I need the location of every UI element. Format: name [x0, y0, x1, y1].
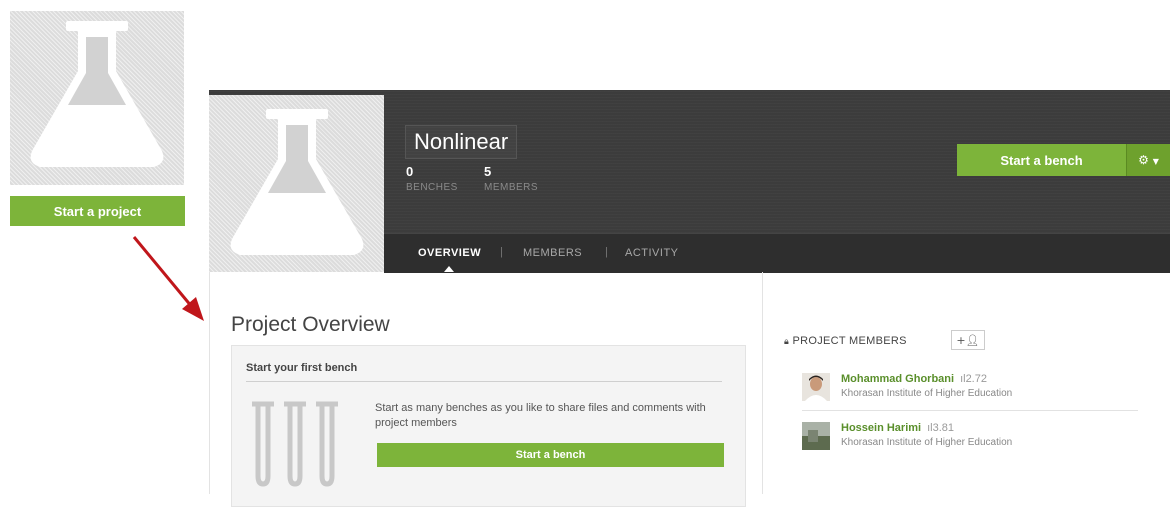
- settings-dropdown-button[interactable]: ⚙ ▼: [1126, 144, 1170, 176]
- members-label: MEMBERS: [484, 182, 539, 193]
- card-description: Start as many benches as you like to sha…: [375, 402, 706, 429]
- members-heading-label: PROJECT MEMBERS: [792, 335, 907, 347]
- chevron-down-icon: ▼: [1152, 157, 1159, 166]
- member-row: Hossein Harimi ıl3.81 Khorasan Institute …: [802, 422, 1138, 460]
- member-score: ıl3.81: [927, 422, 955, 434]
- members-heading: 🔒︎ PROJECT MEMBERS: [784, 335, 907, 347]
- first-bench-card: Start your first bench Start as many ben…: [231, 345, 746, 507]
- project-header: Nonlinear 0 BENCHES 5 MEMBERS Start a be…: [209, 90, 1170, 273]
- project-thumbnail: [209, 95, 384, 272]
- member-row: Mohammad Ghorbani ıl2.72 Khorasan Institu…: [802, 373, 1138, 411]
- project-tabs: OVERVIEW | MEMBERS | ACTIVITY: [384, 233, 1170, 273]
- divider: [802, 410, 1138, 411]
- divider: [246, 381, 722, 382]
- tab-separator: |: [500, 246, 503, 258]
- member-score: ıl2.72: [960, 373, 987, 385]
- member-institution: Khorasan Institute of Higher Education: [841, 437, 1013, 448]
- avatar: [802, 422, 830, 450]
- start-bench-button[interactable]: Start a bench: [957, 144, 1126, 176]
- flask-icon: [230, 109, 364, 255]
- lock-icon: 🔒︎: [784, 337, 790, 347]
- tab-overview[interactable]: OVERVIEW: [418, 247, 481, 259]
- card-heading: Start your first bench: [246, 362, 358, 374]
- card-start-bench-button[interactable]: Start a bench: [377, 443, 724, 467]
- page-title: Project Overview: [231, 313, 390, 336]
- start-project-button[interactable]: Start a project: [10, 196, 185, 226]
- annotation-arrow: [132, 236, 204, 321]
- add-member-button[interactable]: +👤︎: [951, 330, 985, 350]
- project-title: Nonlinear: [405, 125, 518, 159]
- tab-separator: |: [605, 246, 608, 258]
- gear-icon: ⚙: [1138, 153, 1149, 167]
- project-thumbnail-small: [10, 11, 184, 185]
- member-name[interactable]: Mohammad Ghorbani ıl2.72: [841, 373, 987, 385]
- members-stat: 5 MEMBERS: [484, 164, 538, 193]
- members-count: 5: [484, 164, 492, 179]
- benches-count: 0: [406, 164, 414, 179]
- benches-label: BENCHES: [406, 182, 458, 193]
- member-name[interactable]: Hossein Harimi ıl3.81: [841, 422, 954, 434]
- add-user-icon: +👤︎: [956, 333, 980, 347]
- overview-section: Project Overview Start your first bench …: [209, 272, 763, 507]
- avatar: [802, 373, 830, 401]
- tab-activity[interactable]: ACTIVITY: [625, 247, 679, 259]
- benches-stat: 0 BENCHES: [406, 164, 458, 193]
- test-tubes-icon: [252, 401, 338, 487]
- flask-icon: [30, 21, 164, 167]
- tab-members[interactable]: MEMBERS: [523, 247, 582, 259]
- member-institution: Khorasan Institute of Higher Education: [841, 388, 1013, 399]
